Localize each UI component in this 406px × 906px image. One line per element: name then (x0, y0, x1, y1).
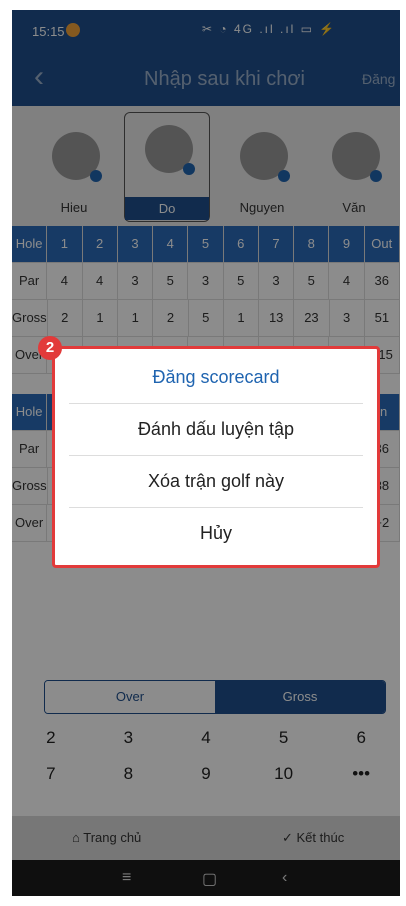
delete-round-item[interactable]: Xóa trận golf này (69, 455, 363, 508)
post-scorecard-item[interactable]: Đăng scorecard (69, 351, 363, 404)
step-badge: 2 (38, 336, 62, 360)
phone-screen: 15:15 ✂ ◔ 4G .ıl .ıl ▭ ⚡ ‹ Nhập sau khi … (12, 10, 400, 896)
cancel-item[interactable]: Hủy (69, 507, 363, 559)
mark-practice-item[interactable]: Đánh dấu luyện tập (69, 403, 363, 456)
action-dialog: Đăng scorecard Đánh dấu luyện tập Xóa tr… (52, 346, 380, 568)
